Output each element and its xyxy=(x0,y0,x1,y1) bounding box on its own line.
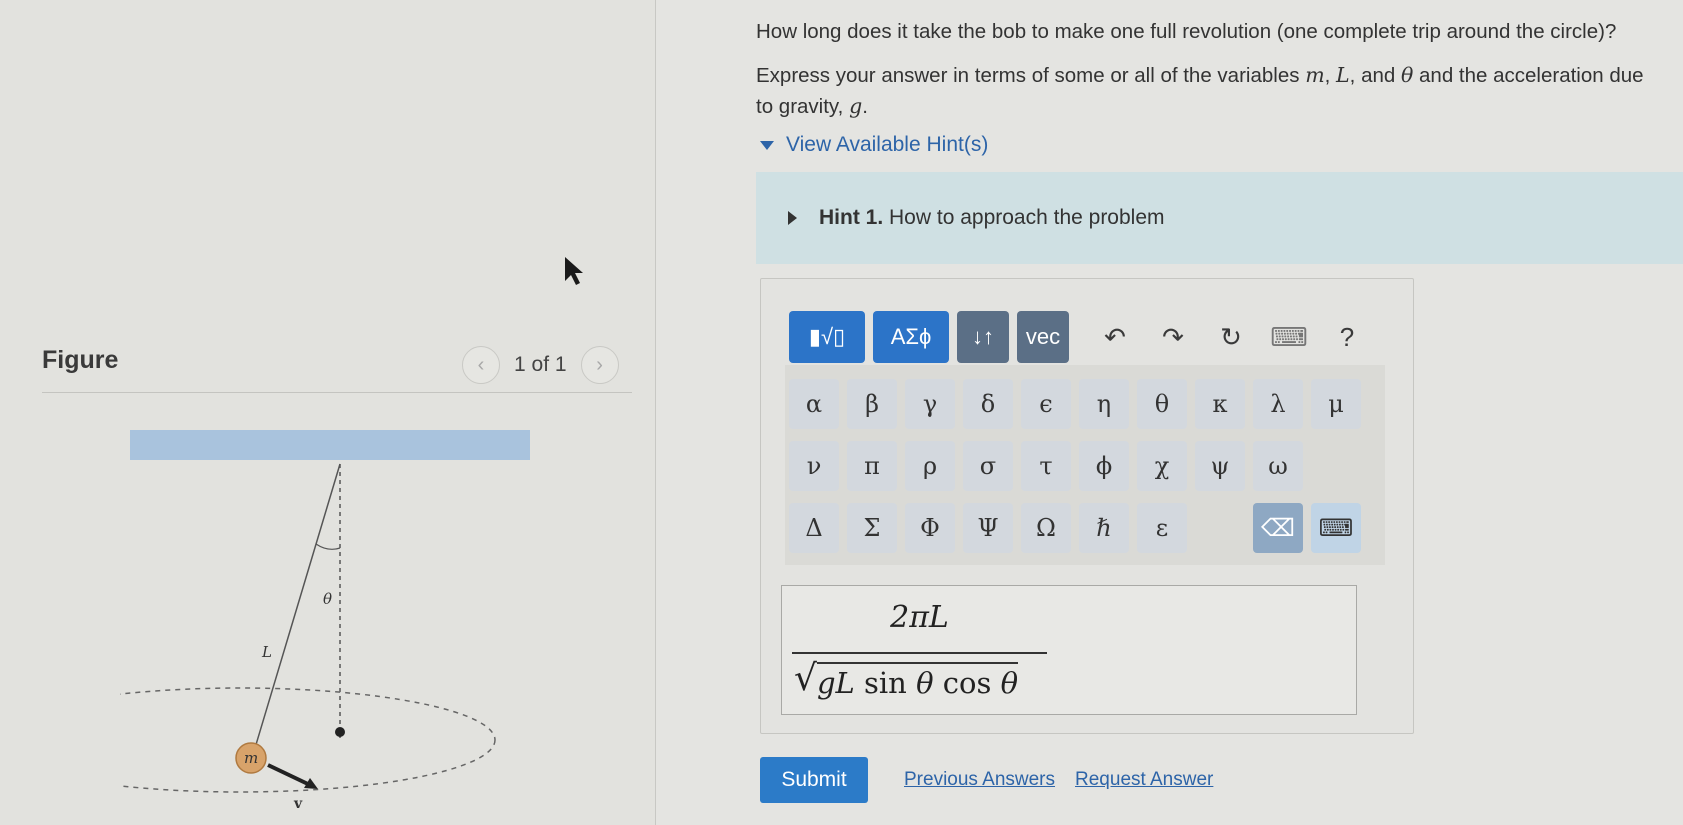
symbol-key[interactable]: Φ xyxy=(905,503,955,553)
figure-pagination: ‹ 1 of 1 › xyxy=(462,346,619,384)
keyboard-toggle-icon[interactable]: ⌨ xyxy=(1311,503,1361,553)
previous-figure-button[interactable]: ‹ xyxy=(462,346,500,384)
symbol-key[interactable]: ℏ xyxy=(1079,503,1129,553)
fraction-bar xyxy=(792,652,1047,654)
angle-arc xyxy=(315,543,341,550)
figure-title: Figure xyxy=(42,346,119,374)
symbol-key[interactable]: Ω xyxy=(1021,503,1071,553)
templates-button[interactable]: ▮√▯ xyxy=(789,311,865,363)
radicand: gL sin θ cos θ xyxy=(816,662,1019,700)
symbol-key[interactable]: Σ xyxy=(847,503,897,553)
symbol-key[interactable]: τ xyxy=(1021,441,1071,491)
keyboard-icon[interactable]: ⌨ xyxy=(1263,311,1315,363)
question-text: How long does it take the bob to make on… xyxy=(756,16,1666,135)
symbol-key[interactable]: γ xyxy=(905,379,955,429)
submit-button[interactable]: Submit xyxy=(760,757,868,803)
redo-icon[interactable]: ↷ xyxy=(1147,311,1199,363)
question-prompt: How long does it take the bob to make on… xyxy=(756,20,1617,43)
symbol-keyboard: αβγδϵηθκλμ νπρστϕχψω ΔΣΦΨΩℏε ⌫ ⌨ xyxy=(785,365,1385,565)
orbit-circle xyxy=(120,687,496,793)
symbol-key[interactable]: δ xyxy=(963,379,1013,429)
answer-fraction: 2πL √ gL sin θ cos θ xyxy=(792,600,1047,700)
denominator: √ gL sin θ cos θ xyxy=(792,658,1047,700)
request-answer-link[interactable]: Request Answer xyxy=(1075,769,1213,791)
symbol-key[interactable]: Δ xyxy=(789,503,839,553)
hint-title: How to approach the problem xyxy=(889,206,1165,229)
symbol-key[interactable]: ε xyxy=(1137,503,1187,553)
symbol-key[interactable]: σ xyxy=(963,441,1013,491)
question-panel: How long does it take the bob to make on… xyxy=(656,0,1683,825)
symbol-key[interactable]: ρ xyxy=(905,441,955,491)
divider xyxy=(42,392,632,393)
symbol-key[interactable]: μ xyxy=(1311,379,1361,429)
conical-pendulum-figure: θ L m v xyxy=(120,430,530,812)
symbol-key[interactable]: β xyxy=(847,379,897,429)
hint-1[interactable]: Hint 1. How to approach the problem xyxy=(756,172,1683,264)
symbol-key[interactable]: ω xyxy=(1253,441,1303,491)
ordering-button[interactable]: ↓↑ xyxy=(957,311,1009,363)
symbol-key[interactable]: η xyxy=(1079,379,1129,429)
chevron-left-icon: ‹ xyxy=(477,353,485,376)
center-point xyxy=(335,727,345,737)
question-instruction: Express your answer in terms of some or … xyxy=(756,63,1644,118)
answer-editor: ▮√▯ ΑΣϕ ↓↑ vec ↶ ↷ ↻ ⌨ ? αβγδϵηθκλμ νπρστ… xyxy=(760,278,1414,734)
string xyxy=(251,463,341,759)
mouse-cursor-icon xyxy=(565,257,583,285)
symbol-key[interactable]: θ xyxy=(1137,379,1187,429)
answer-input[interactable]: 2πL √ gL sin θ cos θ xyxy=(781,585,1357,715)
velocity-label: v xyxy=(293,796,303,812)
numerator: 2πL xyxy=(890,600,949,635)
length-label: L xyxy=(261,643,272,661)
sqrt-sign: √ xyxy=(794,658,817,699)
vec-button[interactable]: vec xyxy=(1017,311,1069,363)
backspace-key[interactable]: ⌫ xyxy=(1253,503,1303,553)
view-hints-label: View Available Hint(s) xyxy=(786,133,989,156)
theta-label: θ xyxy=(323,590,332,608)
answer-actions: Submit Previous Answers Request Answer xyxy=(760,757,1233,803)
velocity-arrow xyxy=(267,763,311,787)
previous-answers-link[interactable]: Previous Answers xyxy=(904,769,1055,791)
page-indicator: 1 of 1 xyxy=(514,353,567,376)
symbols-button[interactable]: ΑΣϕ xyxy=(873,311,949,363)
symbol-key[interactable]: α xyxy=(789,379,839,429)
view-hints-toggle[interactable]: View Available Hint(s) xyxy=(760,133,988,157)
chevron-right-icon: › xyxy=(596,353,603,376)
hint-number: Hint 1. xyxy=(819,206,884,229)
symbol-key[interactable]: χ xyxy=(1137,441,1187,491)
symbol-key[interactable]: ϕ xyxy=(1079,441,1129,491)
symbol-key[interactable]: ϵ xyxy=(1021,379,1071,429)
symbol-key[interactable]: λ xyxy=(1253,379,1303,429)
caret-down-icon xyxy=(760,140,774,150)
undo-icon[interactable]: ↶ xyxy=(1089,311,1141,363)
reset-icon[interactable]: ↻ xyxy=(1205,311,1257,363)
symbol-key[interactable]: κ xyxy=(1195,379,1245,429)
caret-right-icon xyxy=(788,211,797,225)
ceiling-bar xyxy=(130,430,530,460)
next-figure-button[interactable]: › xyxy=(580,346,619,384)
symbol-key[interactable]: Ψ xyxy=(963,503,1013,553)
symbol-key[interactable]: ν xyxy=(789,441,839,491)
help-icon[interactable]: ? xyxy=(1321,311,1373,363)
figure-panel: Figure ‹ 1 of 1 › θ L m v xyxy=(0,0,656,825)
symbol-key[interactable]: ψ xyxy=(1195,441,1245,491)
editor-toolbar: ▮√▯ ΑΣϕ ↓↑ vec ↶ ↷ ↻ ⌨ ? xyxy=(789,311,1379,363)
symbol-key[interactable]: π xyxy=(847,441,897,491)
mass-label: m xyxy=(244,749,258,767)
